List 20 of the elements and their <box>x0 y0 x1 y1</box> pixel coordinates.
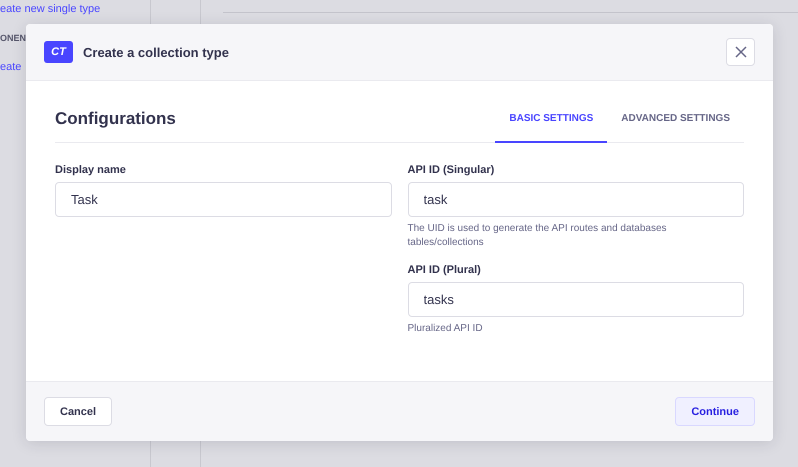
field-label: API ID (Singular) <box>408 164 496 176</box>
field-label: Display name <box>55 164 127 176</box>
close-button[interactable] <box>726 38 755 66</box>
sidebar-item: eate <box>0 61 22 73</box>
settings-tab[interactable]: BASIC SETTINGS <box>495 113 608 143</box>
text-input[interactable]: task <box>408 182 744 217</box>
settings-tab[interactable]: ADVANCED SETTINGS <box>607 113 744 143</box>
text-input[interactable]: tasks <box>408 282 744 317</box>
close-icon <box>734 46 746 58</box>
text-input[interactable]: Task <box>55 182 392 217</box>
continue-button[interactable]: Continue <box>675 397 755 426</box>
sidebar-item: ONEN <box>0 33 28 43</box>
modal-title: Create a collection type <box>83 44 230 60</box>
field-label: API ID (Plural) <box>408 264 482 276</box>
collection-type-badge: CT <box>44 41 73 63</box>
section-heading: Configurations <box>55 109 176 130</box>
sidebar-item: eate new single type <box>0 3 102 15</box>
field-hint: Pluralized API ID <box>408 322 484 336</box>
field-hint: The UID is used to generate the API routes and databases tables/collections <box>408 222 668 249</box>
cancel-button[interactable]: Cancel <box>44 397 112 426</box>
